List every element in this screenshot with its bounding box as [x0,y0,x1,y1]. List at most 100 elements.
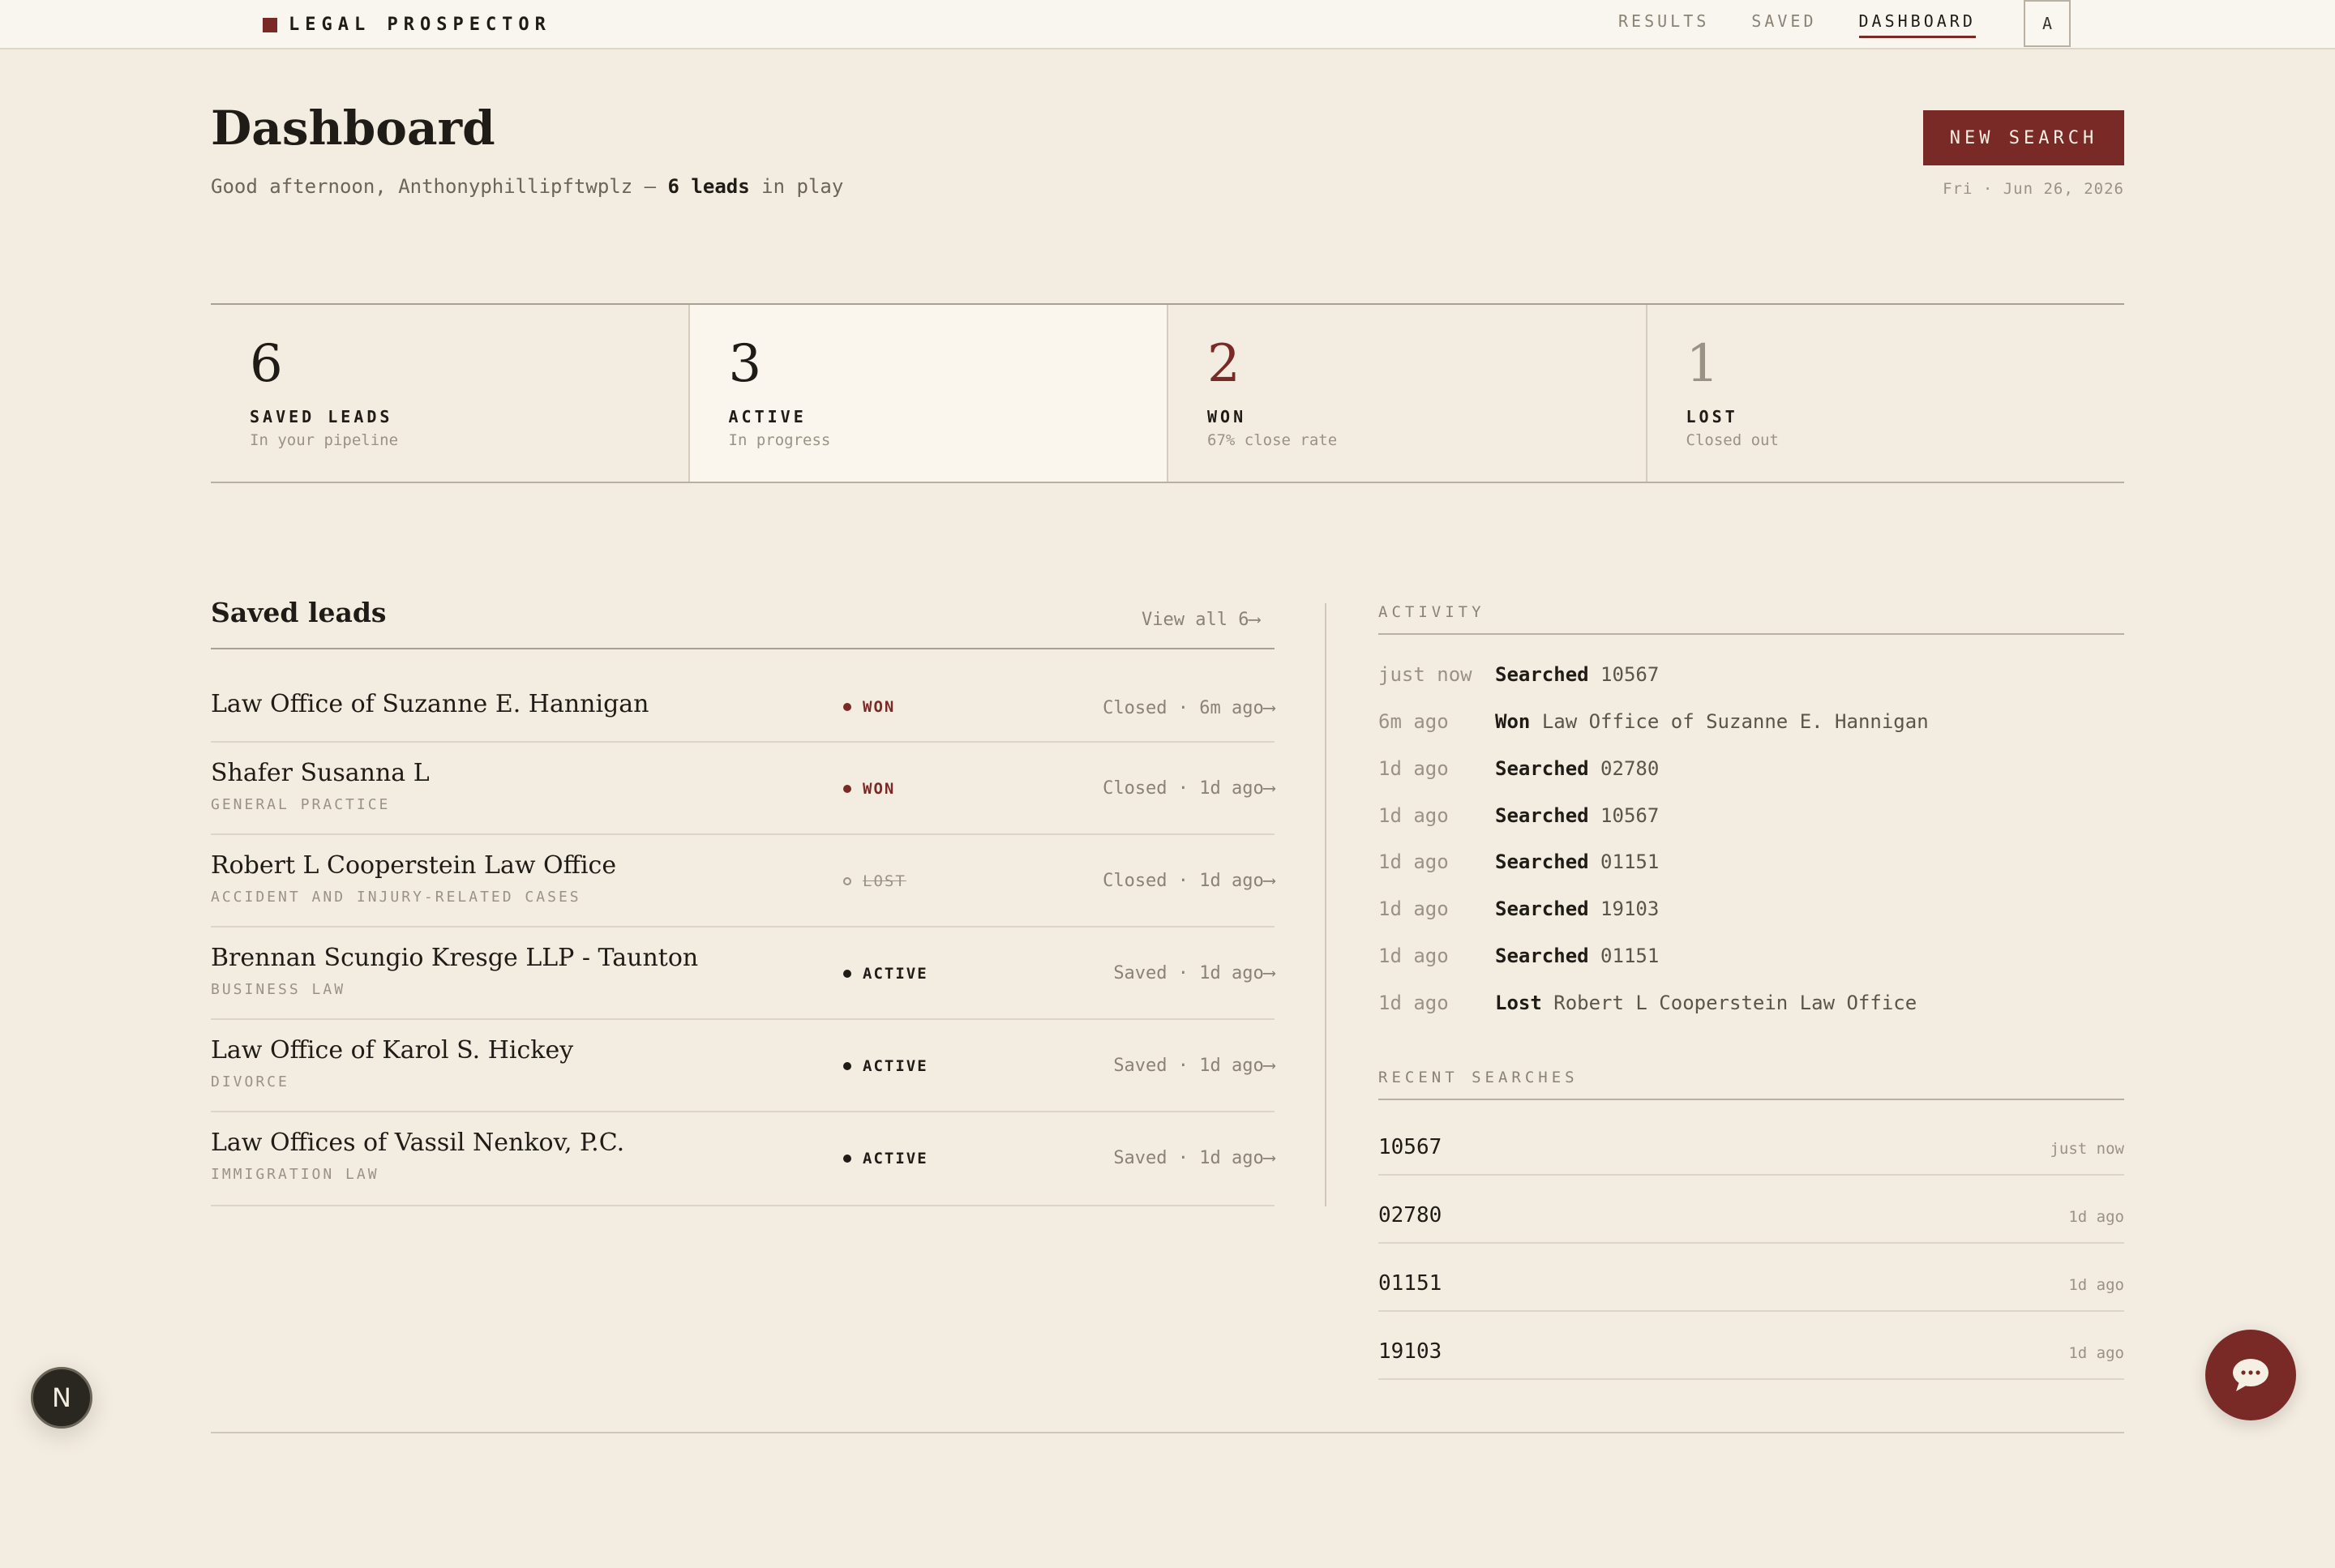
divider [1378,633,2124,635]
dev-tools-badge[interactable]: N [31,1367,92,1429]
recent-search-item[interactable]: 02780 1d ago [1378,1176,2124,1244]
activity-time: 1d ago [1378,898,1449,920]
greeting: Good afternoon, Anthonyphillipftwplz — 6… [211,175,843,198]
activity-label: ACTIVITY [1378,603,1485,621]
lead-row[interactable]: Brennan Scungio Kresge LLP - Taunton BUS… [211,928,1275,1020]
activity-verb: Searched [1495,757,1589,780]
saved-leads-title: Saved leads [211,597,387,628]
nav-dashboard[interactable]: DASHBOARD [1858,11,1976,38]
activity-object: Robert L Cooperstein Law Office [1553,992,1917,1014]
lead-status: ACTIVE [843,965,928,983]
footer-divider [211,1432,2124,1433]
activity-verb: Lost [1495,992,1542,1014]
divider [1378,1099,2124,1100]
status-label: ACTIVE [863,965,928,983]
lead-name: Shafer Susanna L [211,759,430,787]
stat-value: 1 [1686,334,1720,394]
recent-search-item[interactable]: 19103 1d ago [1378,1312,2124,1380]
stats-strip: 6 SAVED LEADS In your pipeline 3 ACTIVE … [211,303,2124,483]
status-label: ACTIVE [863,1057,928,1075]
status-label: ACTIVE [863,1150,928,1167]
lead-row[interactable]: Law Office of Karol S. Hickey DIVORCE AC… [211,1020,1275,1112]
activity-item: 1d ago Lost Robert L Cooperstein Law Offi… [1378,992,1917,1014]
activity-object: Law Office of Suzanne E. Hannigan [1541,710,1929,733]
lead-row[interactable]: Robert L Cooperstein Law Office ACCIDENT… [211,835,1275,928]
stat-label: LOST [1686,407,1738,426]
activity-verb: Searched [1495,663,1589,686]
lead-category: ACCIDENT AND INJURY-RELATED CASES [211,889,581,906]
activity-item: 1d ago Searched 02780 [1378,757,1659,780]
stat-saved-leads[interactable]: 6 SAVED LEADS In your pipeline [211,305,690,482]
column-divider [1325,603,1326,1206]
activity-time: 1d ago [1378,992,1449,1014]
stat-subtext: Closed out [1686,431,1779,449]
recent-search-item[interactable]: 10567 just now [1378,1107,2124,1176]
status-label: WON [863,698,896,716]
recent-search-zip: 19103 [1378,1339,1442,1364]
lead-row[interactable]: Law Office of Suzanne E. Hannigan WON Cl… [211,649,1275,743]
status-dot-icon [843,877,851,885]
activity-time: just now [1378,663,1472,686]
lead-row[interactable]: Shafer Susanna L GENERAL PRACTICE WON Cl… [211,743,1275,835]
nav-results[interactable]: RESULTS [1618,11,1709,38]
recent-search-item[interactable]: 01151 1d ago [1378,1244,2124,1312]
activity-item: 6m ago Won Law Office of Suzanne E. Hanni… [1378,710,1929,733]
user-avatar[interactable]: A [2024,0,2071,47]
activity-object: 19103 [1600,898,1660,920]
activity-object: 10567 [1600,663,1660,686]
greeting-lead-count: 6 leads [667,175,750,198]
stat-value: 3 [728,334,762,394]
activity-item: 1d ago Searched 01151 [1378,945,1659,967]
stat-active[interactable]: 3 ACTIVE In progress [689,305,1168,482]
lead-category: GENERAL PRACTICE [211,796,391,813]
brand-logo-mark [263,17,277,32]
stat-subtext: In progress [728,431,831,449]
activity-time: 1d ago [1378,945,1449,967]
nav-saved[interactable]: SAVED [1751,11,1816,38]
stat-label: SAVED LEADS [250,407,393,426]
lead-category: BUSINESS LAW [211,981,346,998]
activity-verb: Searched [1495,804,1589,827]
activity-item: just now Searched 10567 [1378,663,1659,686]
nav-links: RESULTS SAVED DASHBOARD [1618,11,2018,38]
lead-timestamp: Saved · 1d ago⟶ [1113,1148,1275,1168]
activity-item: 1d ago Searched 01151 [1378,850,1659,873]
lead-timestamp: Closed · 6m ago⟶ [1103,698,1275,718]
activity-verb: Won [1495,710,1531,733]
stat-lost[interactable]: 1 LOST Closed out [1647,305,2125,482]
lead-status: ACTIVE [843,1150,928,1167]
recent-search-zip: 01151 [1378,1271,1442,1296]
lead-timestamp: Saved · 1d ago⟶ [1113,963,1275,983]
top-nav: LEGAL PROSPECTOR RESULTS SAVED DASHBOARD… [0,0,2335,49]
view-all-link[interactable]: View all 6⟶ [1142,610,1260,630]
activity-verb: Searched [1495,898,1589,920]
new-search-button[interactable]: NEW SEARCH [1923,110,2124,165]
activity-verb: Searched [1495,945,1589,967]
lead-status: LOST [843,872,906,890]
status-dot-icon [843,785,851,793]
greeting-suffix: in play [761,175,844,198]
lead-name: Law Office of Suzanne E. Hannigan [211,690,649,718]
activity-time: 1d ago [1378,850,1449,873]
lead-status: WON [843,698,895,716]
stat-label: ACTIVE [728,407,807,426]
status-label: LOST [863,872,906,890]
recent-search-zip: 10567 [1378,1135,1442,1159]
lead-timestamp: Saved · 1d ago⟶ [1113,1056,1275,1076]
brand[interactable]: LEGAL PROSPECTOR [263,15,551,35]
activity-item: 1d ago Searched 10567 [1378,804,1659,827]
stat-won[interactable]: 2 WON 67% close rate [1168,305,1647,482]
lead-row[interactable]: Law Offices of Vassil Nenkov, P.C. IMMIG… [211,1112,1275,1206]
lead-name: Robert L Cooperstein Law Office [211,851,617,880]
stat-subtext: 67% close rate [1207,431,1338,449]
status-dot-icon [843,1062,851,1070]
chat-button[interactable] [2205,1330,2296,1420]
activity-object: 01151 [1600,945,1660,967]
lead-timestamp: Closed · 1d ago⟶ [1103,871,1275,891]
lead-category: DIVORCE [211,1073,289,1090]
lead-name: Law Offices of Vassil Nenkov, P.C. [211,1129,625,1157]
greeting-prefix: Good afternoon, Anthonyphillipftwplz — [211,175,657,198]
recent-searches-label: RECENT SEARCHES [1378,1069,1579,1086]
activity-time: 1d ago [1378,757,1449,780]
status-label: WON [863,780,896,798]
